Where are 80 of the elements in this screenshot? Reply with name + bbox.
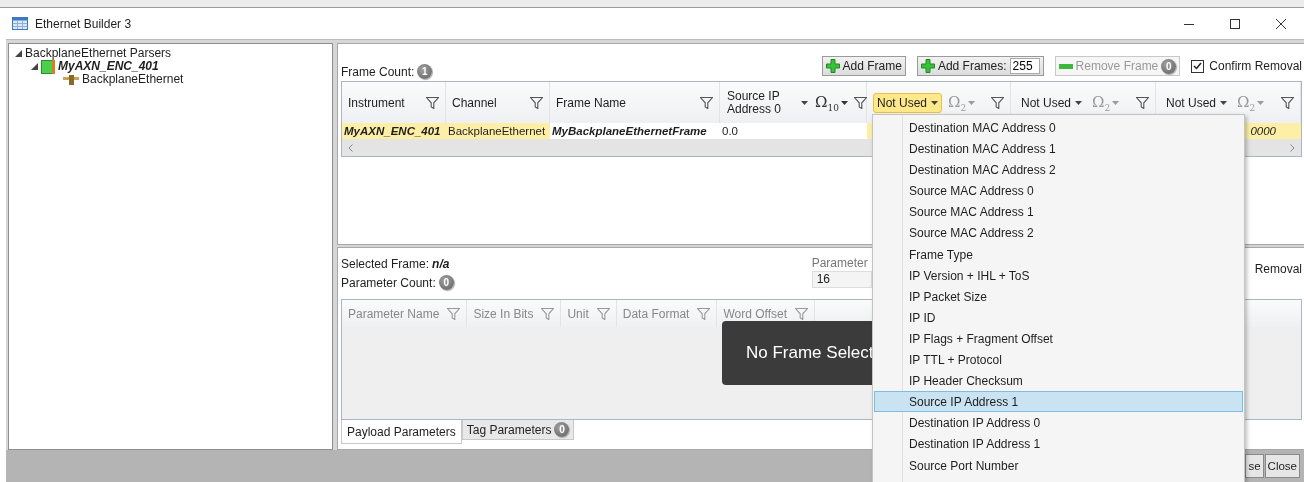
count-badge: 0 bbox=[1161, 58, 1177, 74]
unit-dropdown[interactable]: Ω$_{10}$ bbox=[815, 92, 848, 113]
menu-item[interactable]: IP Header Checksum bbox=[874, 370, 1243, 392]
footer-button[interactable]: Close bbox=[1264, 454, 1300, 478]
count-badge: 0 bbox=[438, 275, 454, 290]
column-header[interactable]: Channel bbox=[452, 95, 497, 110]
caret-icon bbox=[1220, 100, 1228, 105]
mapping-dropdown[interactable]: Not Used bbox=[1162, 92, 1232, 113]
menu-item[interactable]: Source IP Address 1 bbox=[874, 391, 1243, 413]
mapping-dropdown[interactable]: Not Used bbox=[1017, 92, 1087, 113]
count-badge: 0 bbox=[554, 422, 570, 437]
caret-icon bbox=[840, 100, 848, 105]
expander-icon[interactable] bbox=[31, 63, 38, 70]
add-frames-button[interactable]: Add Frames: 255 bbox=[916, 56, 1044, 76]
frame-count-field[interactable]: 255 bbox=[1009, 58, 1040, 74]
filter-icon[interactable] bbox=[1281, 96, 1294, 109]
checkbox[interactable] bbox=[1191, 59, 1205, 73]
add-frame-button[interactable]: Add Frame bbox=[821, 56, 906, 76]
table-cell-text: MyBackplaneEthernetFrame bbox=[551, 124, 708, 139]
menu-item[interactable]: Frame Type bbox=[874, 243, 1243, 265]
footer-button[interactable]: se bbox=[1245, 454, 1264, 478]
menu-item[interactable]: Source MAC Address 2 bbox=[874, 222, 1243, 244]
column-header[interactable]: Frame Name bbox=[556, 95, 626, 110]
menu-item[interactable]: IP Version + IHL + ToS bbox=[874, 264, 1243, 286]
menu-item[interactable]: Source Port Number bbox=[874, 454, 1243, 476]
checkbox-label[interactable]: Removal bbox=[1254, 256, 1302, 276]
menu-item[interactable]: Destination MAC Address 2 bbox=[874, 159, 1243, 181]
mapping-dropdown[interactable]: Not Used bbox=[873, 92, 943, 113]
column-header[interactable]: Instrument bbox=[348, 95, 405, 110]
input-field[interactable]: 16 bbox=[811, 271, 872, 288]
menu-item[interactable]: Source MAC Address 1 bbox=[874, 201, 1243, 223]
filter-icon[interactable] bbox=[426, 96, 439, 109]
menu-item[interactable]: Destination IP Address 0 bbox=[874, 412, 1243, 434]
filter-icon[interactable] bbox=[1136, 96, 1149, 109]
menu-item[interactable]: Source MAC Address 0 bbox=[874, 180, 1243, 202]
plus-icon bbox=[825, 59, 840, 73]
menu-item[interactable]: IP TTL + Protocol bbox=[874, 349, 1243, 371]
maximize-icon bbox=[1230, 18, 1240, 29]
filter-icon[interactable] bbox=[991, 96, 1004, 109]
filter-icon[interactable] bbox=[530, 96, 543, 109]
menu-item[interactable]: Destination MAC Address 1 bbox=[874, 138, 1243, 160]
app-icon bbox=[12, 17, 28, 30]
tab[interactable]: Tag Parameters 0 bbox=[461, 420, 575, 440]
tab[interactable]: Payload Parameters bbox=[341, 420, 462, 444]
menu-item[interactable]: IP Packet Size bbox=[874, 285, 1243, 307]
menu-item[interactable]: IP Flags + Fragment Offset bbox=[874, 327, 1243, 350]
caret-icon bbox=[931, 100, 939, 105]
checkbox-label[interactable]: Confirm Removal bbox=[1209, 59, 1302, 73]
tree-item[interactable]: BackplaneEthernet Parsers bbox=[25, 47, 172, 60]
expander-icon[interactable] bbox=[15, 50, 22, 57]
scroll-right-icon[interactable] bbox=[1290, 143, 1295, 152]
toast-message: No Frame Select bbox=[746, 343, 874, 363]
parameter-count-label: Parameter Count: bbox=[341, 275, 436, 290]
caret-icon bbox=[1075, 100, 1083, 105]
field-label: Parameter bbox=[811, 256, 869, 270]
tree-item[interactable]: BackplaneEthernet bbox=[82, 73, 184, 86]
selected-frame-value: n/a bbox=[432, 256, 450, 271]
filter-icon[interactable] bbox=[700, 96, 713, 109]
caret-icon bbox=[1112, 100, 1120, 105]
selected-frame-label: Selected Frame: bbox=[341, 256, 430, 271]
frame-count-label: Frame Count: bbox=[341, 64, 415, 79]
table-cell: BackplaneEthernet bbox=[446, 123, 550, 139]
plus-icon bbox=[920, 59, 935, 73]
instrument-icon bbox=[41, 59, 55, 74]
caret-icon bbox=[801, 100, 808, 105]
menu-item[interactable]: IP ID bbox=[874, 306, 1243, 328]
menu-item[interactable]: Destination IP Address 1 bbox=[874, 433, 1243, 455]
caret-icon bbox=[968, 100, 976, 105]
tree-item[interactable]: MyAXN_ENC_401 bbox=[58, 60, 159, 73]
mapping-dropdown[interactable]: Source IP Address 0 bbox=[726, 88, 809, 117]
caret-icon bbox=[1257, 100, 1265, 105]
minus-icon bbox=[1058, 63, 1073, 69]
table-cell: MyAXN_ENC_401 bbox=[342, 123, 446, 139]
scroll-left-icon[interactable] bbox=[348, 143, 353, 152]
window-title: Ethernet Builder 3 bbox=[35, 16, 132, 31]
connector-icon bbox=[63, 74, 79, 85]
filter-icon[interactable] bbox=[853, 96, 867, 109]
table-cell-text: 0.0 bbox=[721, 124, 739, 139]
close-icon bbox=[1276, 18, 1286, 29]
count-badge: 1 bbox=[417, 64, 433, 79]
